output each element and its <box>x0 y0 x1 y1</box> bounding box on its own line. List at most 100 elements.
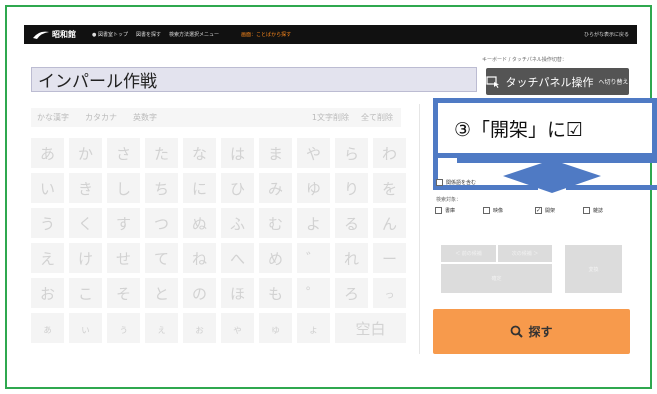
confirm-button[interactable]: 確定 <box>441 264 552 293</box>
touch-panel-toggle-button[interactable]: タッチパネル操作 へ切り替え <box>486 68 629 95</box>
site-logo[interactable]: 昭和館 <box>32 29 76 40</box>
kana-key[interactable]: ー <box>373 243 406 273</box>
crumb-search-menu[interactable]: 検索方法選択メニュー <box>169 31 219 38</box>
kana-key[interactable]: よ <box>297 208 330 238</box>
related-terms-checkbox[interactable] <box>436 179 443 186</box>
small-kana-key[interactable]: ぁ <box>31 313 64 343</box>
kana-key[interactable]: る <box>335 208 368 238</box>
prev-candidate-button[interactable]: ＜ 前の候補 <box>441 245 496 262</box>
kana-row-small: ぁ ぃ ぅ ぇ ぉ ゃ ゅ ょ 空白 <box>31 313 407 343</box>
kana-key[interactable]: し <box>107 173 140 203</box>
convert-button[interactable]: 変換 <box>565 245 622 293</box>
kana-key[interactable]: や <box>297 138 330 168</box>
kana-key[interactable]: ち <box>145 173 178 203</box>
delete-one-button[interactable]: 1文字削除 <box>312 112 349 123</box>
kana-key[interactable]: を <box>373 173 406 203</box>
kana-key[interactable]: う <box>31 208 64 238</box>
kana-key[interactable]: ろ <box>335 278 368 308</box>
kana-key[interactable]: へ <box>221 243 254 273</box>
target-label-archive: 書庫 <box>445 208 456 214</box>
target-option-magazine[interactable]: 雑誌 <box>583 207 603 214</box>
kana-key[interactable]: ゛ <box>297 243 330 273</box>
small-kana-key[interactable]: ぅ <box>107 313 140 343</box>
kana-key[interactable]: の <box>183 278 216 308</box>
kana-key[interactable]: み <box>259 173 292 203</box>
kana-key[interactable]: む <box>259 208 292 238</box>
delete-all-button[interactable]: 全て削除 <box>361 112 393 123</box>
kana-key[interactable]: く <box>69 208 102 238</box>
small-kana-key[interactable]: ぇ <box>145 313 178 343</box>
kana-key[interactable]: も <box>259 278 292 308</box>
target-option-video[interactable]: 映像 <box>483 207 503 214</box>
kana-key[interactable]: あ <box>31 138 64 168</box>
kana-key[interactable]: ん <box>373 208 406 238</box>
space-key[interactable]: 空白 <box>335 313 406 343</box>
kana-key[interactable]: と <box>145 278 178 308</box>
kana-key[interactable]: さ <box>107 138 140 168</box>
kana-key[interactable]: ふ <box>221 208 254 238</box>
search-button[interactable]: 探す <box>433 309 630 354</box>
target-option-open-shelf[interactable]: ✓ 開架 <box>535 207 555 214</box>
kana-key[interactable]: す <box>107 208 140 238</box>
small-kana-key[interactable]: ょ <box>297 313 330 343</box>
target-option-archive[interactable]: 書庫 <box>435 207 455 214</box>
next-candidate-button[interactable]: 次の候補 ＞ <box>498 245 552 262</box>
kana-key[interactable]: ら <box>335 138 368 168</box>
tab-alnum[interactable]: 英数字 <box>133 112 157 123</box>
crumb-find-books[interactable]: 図書を探す <box>136 31 161 38</box>
kana-key[interactable]: れ <box>335 243 368 273</box>
kana-key[interactable]: そ <box>107 278 140 308</box>
kana-key[interactable]: ほ <box>221 278 254 308</box>
kana-key[interactable]: め <box>259 243 292 273</box>
kana-key[interactable]: ゆ <box>297 173 330 203</box>
kana-key[interactable]: に <box>183 173 216 203</box>
kana-key[interactable]: お <box>31 278 64 308</box>
tab-kana-kanji[interactable]: かな漢字 <box>37 112 69 123</box>
checkbox[interactable] <box>483 207 490 214</box>
kana-key[interactable]: け <box>69 243 102 273</box>
callout-text: ③「開架」に☑ <box>454 118 584 141</box>
kana-key[interactable]: つ <box>145 208 178 238</box>
kana-key[interactable]: な <box>183 138 216 168</box>
checkbox-checked[interactable]: ✓ <box>535 207 542 214</box>
kana-key[interactable]: ね <box>183 243 216 273</box>
kana-key[interactable]: っ <box>373 278 406 308</box>
tab-katakana[interactable]: カタカナ <box>85 112 117 123</box>
panel-divider <box>419 104 420 354</box>
logo-text: 昭和館 <box>52 30 76 39</box>
back-to-top-link[interactable]: ひらがな表示に戻る <box>584 31 629 38</box>
top-navigation-bar: 昭和館 ● 図書室トップ 図書を探す 検索方法選択メニュー 画面：ことばから探す… <box>24 25 637 44</box>
kana-key[interactable]: ゜ <box>297 278 330 308</box>
kana-key[interactable]: て <box>145 243 178 273</box>
small-kana-key[interactable]: ゅ <box>259 313 292 343</box>
touch-panel-icon <box>486 75 500 88</box>
kana-key[interactable]: ま <box>259 138 292 168</box>
checkbox[interactable] <box>583 207 590 214</box>
crumb-library-top[interactable]: ● 図書室トップ <box>92 31 128 38</box>
checkbox[interactable] <box>435 207 442 214</box>
kana-row: う く す つ ぬ ふ む よ る ん <box>31 208 407 238</box>
search-input[interactable]: インパール作戦 <box>31 67 477 92</box>
input-mode-caption: キーボード / タッチパネル操作切替： <box>482 57 567 63</box>
related-terms-option[interactable]: 関係語を含む <box>436 179 476 186</box>
kana-key[interactable]: た <box>145 138 178 168</box>
kana-key[interactable]: は <box>221 138 254 168</box>
small-kana-key[interactable]: ぉ <box>183 313 216 343</box>
touch-panel-label: タッチパネル操作 <box>505 75 594 89</box>
small-kana-key[interactable]: ぃ <box>69 313 102 343</box>
kana-key[interactable]: わ <box>373 138 406 168</box>
kana-key[interactable]: り <box>335 173 368 203</box>
kana-key[interactable]: せ <box>107 243 140 273</box>
target-label-video: 映像 <box>493 208 504 214</box>
kana-key[interactable]: え <box>31 243 64 273</box>
related-terms-label: 関係語を含む <box>446 180 477 186</box>
instruction-callout: ③「開架」に☑ <box>433 98 657 158</box>
kana-key[interactable]: か <box>69 138 102 168</box>
kana-key[interactable]: こ <box>69 278 102 308</box>
kana-key[interactable]: い <box>31 173 64 203</box>
kana-key[interactable]: き <box>69 173 102 203</box>
kana-key[interactable]: ひ <box>221 173 254 203</box>
kana-key[interactable]: ぬ <box>183 208 216 238</box>
target-label-open-shelf: 開架 <box>545 208 556 214</box>
small-kana-key[interactable]: ゃ <box>221 313 254 343</box>
